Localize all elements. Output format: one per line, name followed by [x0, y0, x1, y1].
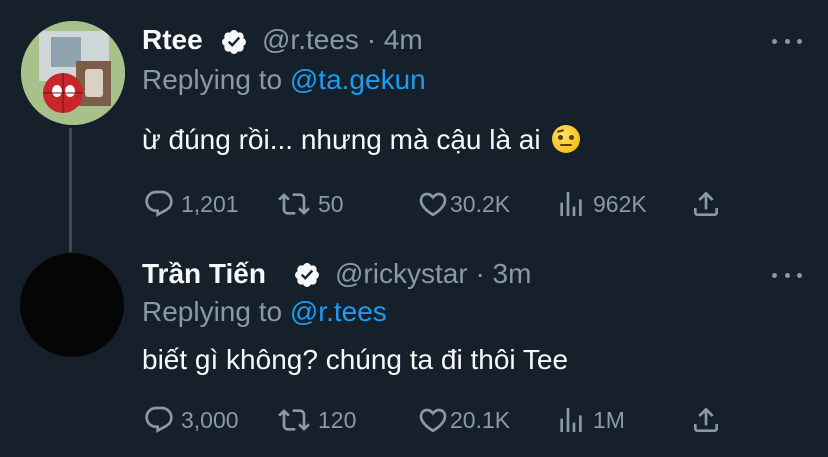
share-icon	[694, 407, 718, 432]
mention-link[interactable]: @r.tees	[290, 296, 387, 327]
avatar[interactable]	[20, 253, 124, 357]
reply-button[interactable]: 3,000	[143, 404, 239, 436]
like-count: 20.1K	[450, 406, 511, 433]
views-button[interactable]: 962K	[555, 188, 647, 220]
share-button[interactable]	[690, 404, 722, 436]
raised-eyebrow-emoji-icon	[552, 125, 581, 153]
views-icon	[560, 408, 582, 432]
retweet-button[interactable]: 120	[276, 404, 356, 436]
replying-to: Replying to @r.tees	[142, 296, 387, 328]
share-icon	[694, 191, 718, 216]
reply-icon	[145, 406, 173, 433]
views-icon	[560, 192, 582, 216]
retweet-icon	[278, 193, 310, 215]
views-count: 962K	[593, 190, 647, 217]
views-count: 1M	[593, 406, 625, 433]
tweet-2[interactable]: Trần Tiến @rickystar · 3m Replying to @r…	[0, 240, 828, 457]
avatar[interactable]	[21, 21, 125, 125]
share-button[interactable]	[690, 188, 722, 220]
more-icon[interactable]	[772, 36, 802, 46]
handle[interactable]: @r.tees	[262, 24, 359, 55]
tweet-meta: @rickystar · 3m	[335, 258, 531, 290]
retweet-count: 120	[318, 406, 357, 433]
replying-to: Replying to @ta.gekun	[142, 64, 426, 96]
timestamp[interactable]: 3m	[493, 258, 532, 289]
display-name[interactable]: Rtee	[142, 24, 203, 56]
handle[interactable]: @rickystar	[335, 258, 468, 289]
retweet-icon	[278, 409, 310, 431]
display-name[interactable]: Trần Tiến	[142, 258, 266, 290]
replying-label: Replying to	[142, 64, 283, 95]
reply-icon	[145, 190, 173, 217]
reply-count: 1,201	[181, 190, 239, 217]
reply-button[interactable]: 1,201	[143, 188, 239, 220]
avatar-image	[21, 21, 125, 125]
tweet-meta: @r.tees · 4m	[262, 24, 423, 56]
like-count: 30.2K	[450, 190, 511, 217]
mention-link[interactable]: @ta.gekun	[290, 64, 426, 95]
tweet-text: ừ đúng rồi... nhưng mà cậu là ai	[142, 124, 581, 156]
tweet-text-content: ừ đúng rồi... nhưng mà cậu là ai	[142, 124, 541, 155]
tweet-1[interactable]: Rtee @r.tees · 4m Replying to @ta.gekun …	[0, 0, 828, 240]
verified-badge-icon	[295, 263, 319, 287]
reply-count: 3,000	[181, 406, 239, 433]
timestamp[interactable]: 4m	[384, 24, 423, 55]
retweet-count: 50	[318, 190, 344, 217]
retweet-button[interactable]: 50	[276, 188, 344, 220]
more-icon[interactable]	[772, 270, 802, 280]
like-icon	[419, 192, 447, 217]
like-button[interactable]: 30.2K	[416, 188, 510, 220]
separator-dot: ·	[475, 258, 493, 289]
views-button[interactable]: 1M	[555, 404, 625, 436]
separator-dot: ·	[366, 24, 384, 55]
like-button[interactable]: 20.1K	[416, 404, 510, 436]
like-icon	[419, 408, 447, 433]
tweet-text: biết gì không? chúng ta đi thôi Tee	[142, 344, 569, 375]
replying-label: Replying to	[142, 296, 283, 327]
verified-badge-icon	[222, 30, 246, 54]
